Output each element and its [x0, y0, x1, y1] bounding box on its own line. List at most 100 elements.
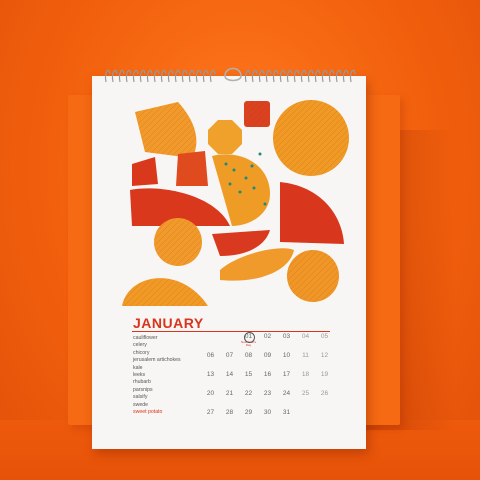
day-number: 06 [206, 352, 215, 359]
day-cell: 13 [201, 370, 220, 378]
day-cell: 26 [315, 389, 334, 397]
day-cell: 16 [258, 370, 277, 378]
binding-ring [104, 69, 111, 83]
binding-ring [321, 69, 328, 83]
seasonal-vegetable-list: cauliflower celery chicory jerusalem artich… [133, 335, 181, 416]
day-number: 02 [263, 333, 272, 340]
binding-ring [286, 69, 293, 83]
day-cell: 09 [258, 351, 277, 359]
day-cell: 29 [239, 408, 258, 416]
month-title: JANUARY [133, 315, 204, 331]
day-number: 20 [206, 390, 215, 397]
day-cell: 23 [258, 389, 277, 397]
vegetable-item: swede [133, 401, 148, 408]
binding-ring [307, 69, 314, 83]
day-cell: 07 [220, 351, 239, 359]
vegetable-item: leeks [133, 372, 146, 379]
day-cell: 08 [239, 351, 258, 359]
day-cell: 19 [315, 370, 334, 378]
day-number: 26 [320, 390, 329, 397]
day-number: 10 [282, 352, 291, 359]
day-cell: 21 [220, 389, 239, 397]
vegetable-item: sweet potato [133, 409, 163, 416]
vegetable-item: kale [133, 364, 143, 371]
binding-ring [258, 69, 265, 83]
week-row: 27 28 29 30 31 [201, 408, 331, 427]
binding-ring [118, 69, 125, 83]
binding-ring [125, 69, 132, 83]
week-row: 13 14 15 16 17 18 19 [201, 370, 331, 389]
day-number: 19 [320, 371, 329, 378]
day-cell: 05 [315, 332, 334, 340]
binding-ring [181, 69, 188, 83]
day-number: 24 [282, 390, 291, 397]
day-cell: 25 [296, 389, 315, 397]
binding-ring [251, 69, 258, 83]
vegetable-item: salsify [133, 394, 148, 401]
binding-ring [195, 69, 202, 83]
day-cell: 14 [220, 370, 239, 378]
binding-ring [209, 69, 216, 83]
day-number: 17 [282, 371, 291, 378]
week-row: 20 21 22 23 24 25 26 [201, 389, 331, 408]
binding-ring [167, 69, 174, 83]
day-number: 03 [282, 333, 291, 340]
binding-ring [314, 69, 321, 83]
empty-day-cell [220, 332, 239, 333]
day-number: 30 [263, 409, 272, 416]
binding-ring [300, 69, 307, 83]
day-cell: 10 [277, 351, 296, 359]
day-cell: 03 [277, 332, 296, 340]
binding-ring [272, 69, 279, 83]
binding-ring [146, 69, 153, 83]
day-number: 12 [320, 352, 329, 359]
day-cell: 17 [277, 370, 296, 378]
cutout-artwork [122, 100, 349, 306]
binding-ring [244, 69, 251, 83]
day-cell: 28 [220, 408, 239, 416]
day-cell: 11 [296, 351, 315, 359]
day-number: 29 [244, 409, 253, 416]
day-cell: 01 New Year's Day [239, 332, 258, 347]
day-number: 07 [225, 352, 234, 359]
day-number: 05 [320, 333, 329, 340]
vegetable-item: parsnips [133, 386, 153, 393]
binding-ring [160, 69, 167, 83]
day-cell: 18 [296, 370, 315, 378]
day-number: 25 [301, 390, 310, 397]
binding-ring [265, 69, 272, 83]
binding-ring [293, 69, 300, 83]
binding-ring [335, 69, 342, 83]
day-cell: 24 [277, 389, 296, 397]
holiday-circle-icon [244, 332, 255, 343]
binding-ring [279, 69, 286, 83]
binding-ring [188, 69, 195, 83]
binding-ring [202, 69, 209, 83]
day-number: 18 [301, 371, 310, 378]
empty-day-cell [296, 408, 315, 409]
day-cell: 04 [296, 332, 315, 340]
day-number: 23 [263, 390, 272, 397]
day-cell: 12 [315, 351, 334, 359]
binding-ring [139, 69, 146, 83]
day-number: 15 [244, 371, 253, 378]
binding-ring [349, 69, 356, 83]
vegetable-item: cauliflower [133, 335, 158, 341]
hanger-icon [224, 67, 242, 82]
vegetable-item: rhubarb [133, 379, 151, 386]
day-cell: 02 [258, 332, 277, 340]
binding-ring [111, 69, 118, 83]
day-grid: 01 New Year's Day 02 03 04 05 06 07 08 09 10 11 12 13… [201, 332, 331, 427]
day-cell: 27 [201, 408, 220, 416]
day-number: 27 [206, 409, 215, 416]
day-cell: 31 [277, 408, 296, 416]
day-number: 22 [244, 390, 253, 397]
day-cell: 22 [239, 389, 258, 397]
day-cell: 06 [201, 351, 220, 359]
day-number: 11 [302, 352, 309, 359]
day-number: 08 [244, 352, 253, 359]
binding-ring [342, 69, 349, 83]
day-number: 13 [206, 371, 215, 378]
week-row: 01 New Year's Day 02 03 04 05 [201, 332, 331, 351]
day-number: 04 [301, 333, 310, 340]
